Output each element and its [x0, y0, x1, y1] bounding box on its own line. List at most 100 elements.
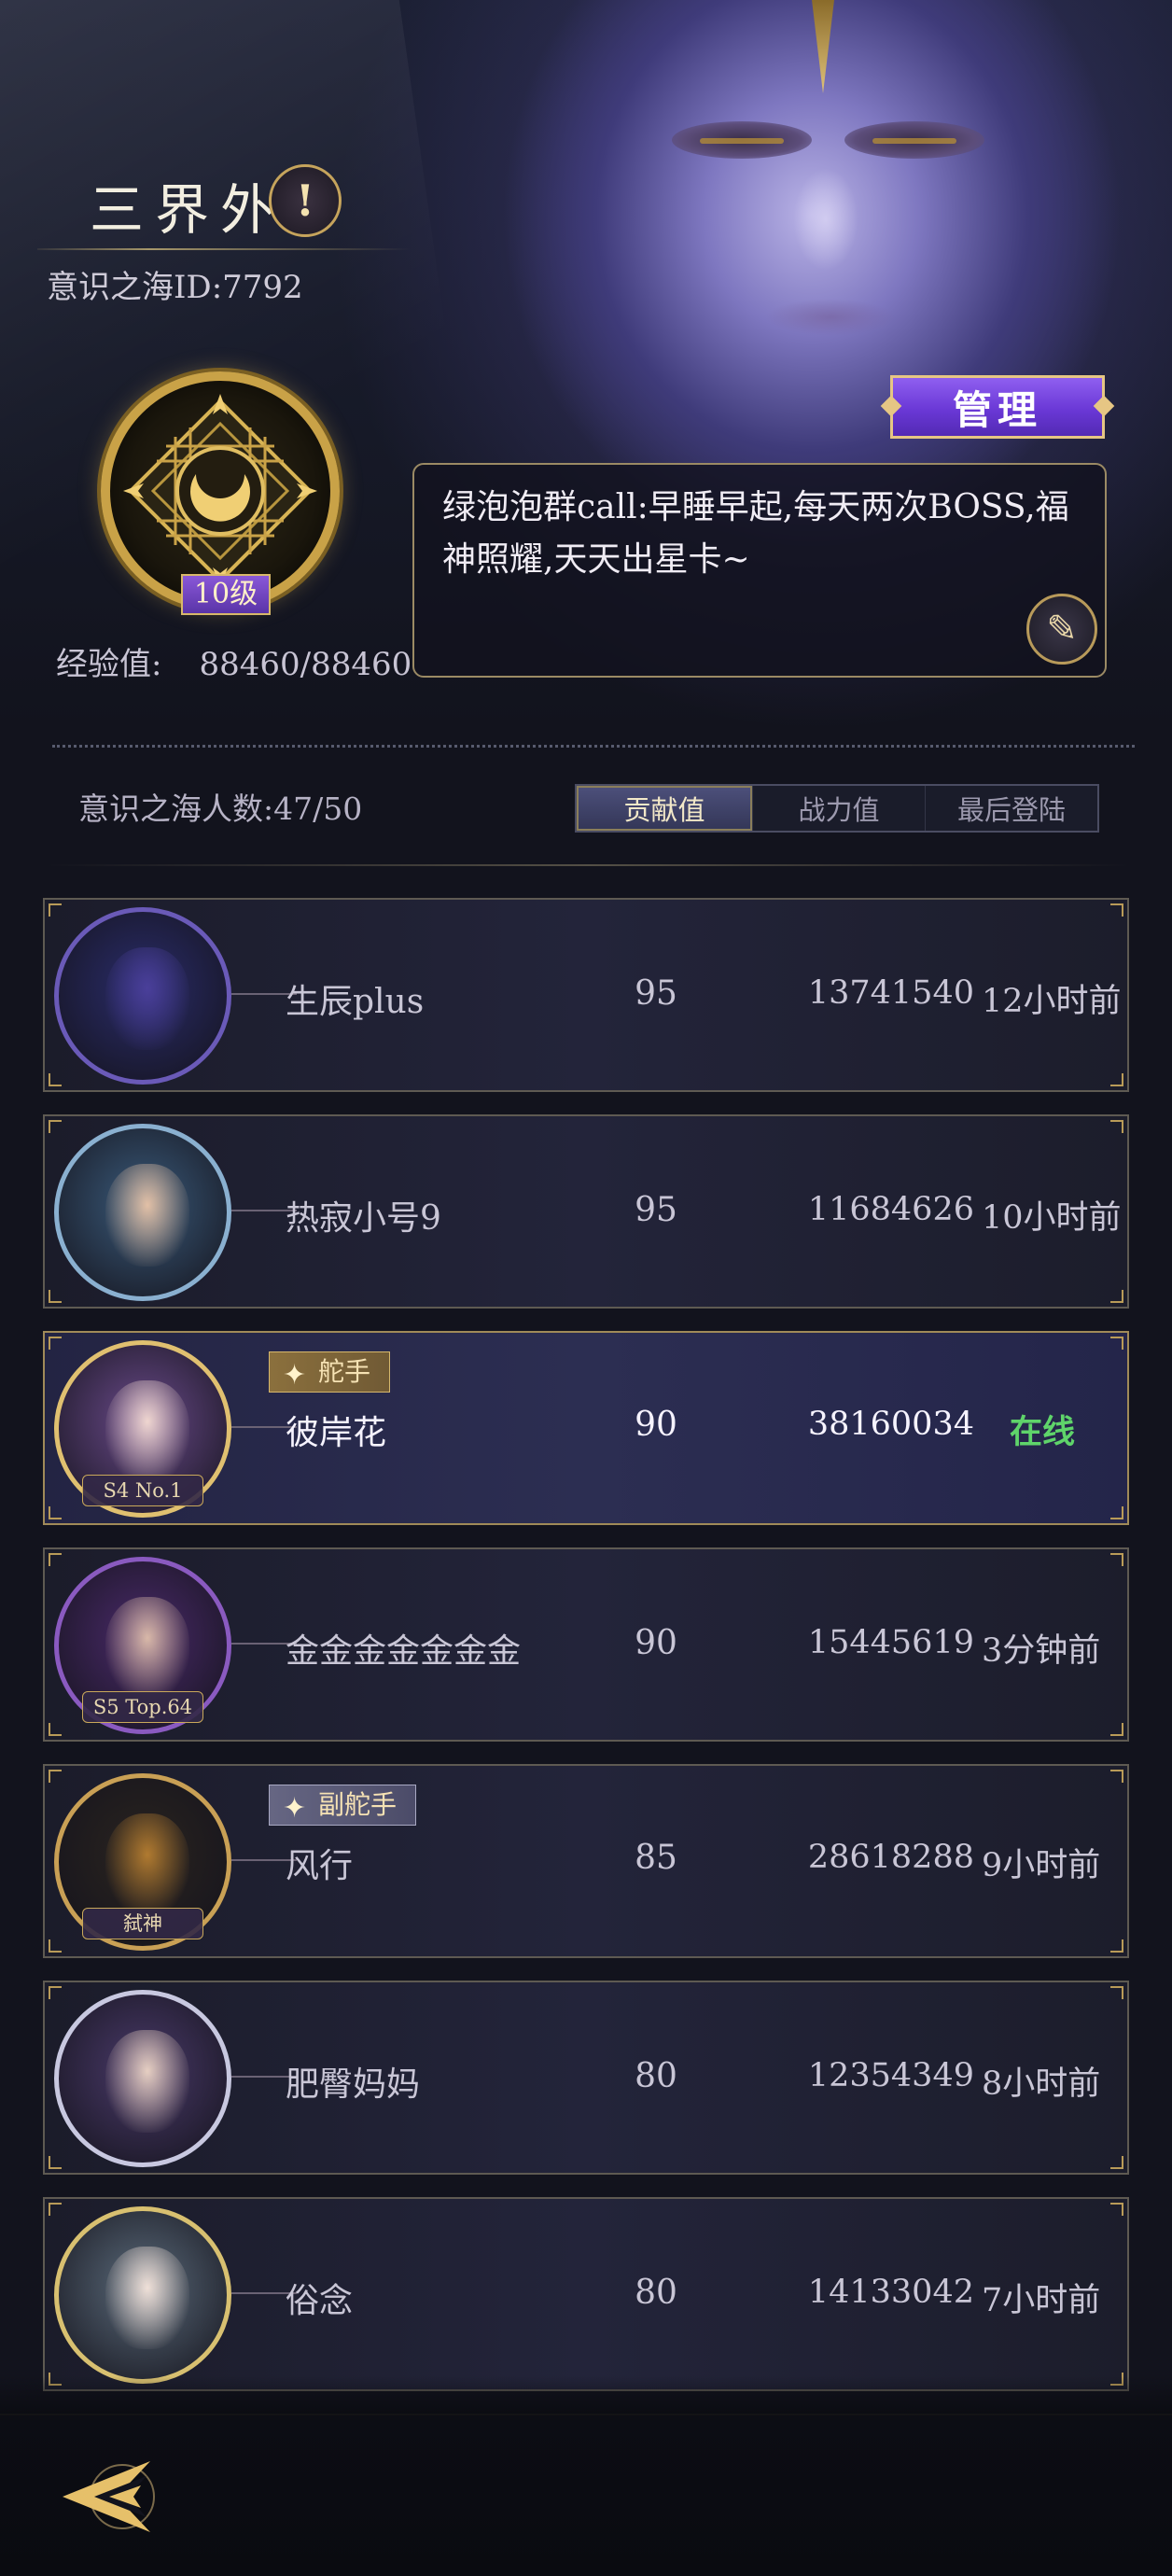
row-corner-ornament: [49, 1986, 62, 1999]
avatar-rank-tag: S4 No.1: [82, 1475, 203, 1506]
row-corner-ornament: [49, 1337, 62, 1350]
member-row[interactable]: 肥臀妈妈 80 12354349 8小时前: [43, 1981, 1129, 2175]
guild-notice-box: 绿泡泡群call:早睡早起,每天两次BOSS,福神照耀,天天出星卡~: [412, 463, 1107, 678]
member-count: 意识之海人数:47/50: [78, 791, 363, 827]
row-corner-ornament: [1110, 1290, 1123, 1303]
row-corner-ornament: [49, 2203, 62, 2216]
manage-button[interactable]: 管理: [890, 375, 1105, 439]
member-avatar[interactable]: [54, 1124, 231, 1301]
quill-pen-icon[interactable]: ✎: [1026, 594, 1097, 665]
member-name: 风行: [286, 1847, 354, 1885]
statue-lips: [765, 299, 896, 336]
guild-title: 三界外: [90, 178, 286, 242]
row-corner-ornament: [49, 1290, 62, 1303]
row-corner-ornament: [1110, 2156, 1123, 2169]
statue-eye-right: [844, 121, 984, 159]
member-contribution: 80: [635, 2057, 677, 2095]
avatar-portrait: [105, 2030, 189, 2133]
moon-crest-icon: [123, 394, 317, 588]
member-name: 热寂小号9: [286, 1199, 441, 1238]
sea-id: 意识之海ID:7792: [47, 269, 303, 306]
exp-value: 88460/88460: [199, 646, 412, 683]
member-last-login: 12小时前: [982, 983, 1122, 1020]
member-contribution: 90: [635, 1624, 677, 1662]
member-row[interactable]: S5 Top.64 金金金金金金金 90 15445619 3分钟前: [43, 1547, 1129, 1742]
member-avatar[interactable]: [54, 907, 231, 1085]
member-power: 12354349: [807, 2057, 974, 2094]
list-top-line: [47, 864, 1129, 866]
member-power: 11684626: [807, 1191, 974, 1228]
member-power: 15445619: [807, 1624, 974, 1661]
member-row[interactable]: S4 No.1 ✦ 舵手彼岸花 90 38160034 在线: [43, 1331, 1129, 1525]
row-corner-ornament: [1110, 1553, 1123, 1566]
sparkle-icon: ✦: [283, 1792, 307, 1825]
statue-nose: [793, 168, 858, 271]
member-power: 38160034: [807, 1406, 974, 1443]
back-arrow-icon-glyph: [63, 2461, 155, 2532]
row-corner-ornament: [1110, 903, 1123, 917]
member-contribution: 95: [635, 974, 677, 1013]
member-contribution: 90: [635, 1406, 677, 1444]
member-name: 金金金金金金金: [286, 1632, 522, 1671]
row-corner-ornament: [1110, 1337, 1123, 1350]
row-corner-ornament: [49, 1770, 62, 1783]
tab-contribution[interactable]: 贡献值: [577, 786, 752, 831]
member-contribution: 85: [635, 1839, 677, 1877]
row-corner-ornament: [1110, 2203, 1123, 2216]
section-divider: [52, 745, 1135, 748]
row-corner-ornament: [49, 1939, 62, 1953]
role-label: 舵手: [318, 1356, 371, 1387]
exclamation-icon[interactable]: !: [269, 164, 342, 237]
row-corner-ornament: [49, 1120, 62, 1133]
avatar-rank-tag: 弑神: [82, 1908, 203, 1939]
guild-exp: 经验值: 88460/88460: [56, 638, 412, 684]
row-corner-ornament: [1110, 1939, 1123, 1953]
tab-last-login[interactable]: 最后登陆: [925, 786, 1097, 831]
member-last-login: 7小时前: [982, 2282, 1101, 2319]
member-row[interactable]: 生辰plus 95 13741540 12小时前: [43, 898, 1129, 1092]
member-name: 肥臀妈妈: [286, 2065, 421, 2104]
row-corner-ornament: [1110, 1120, 1123, 1133]
member-power: 28618288: [807, 1839, 974, 1876]
avatar-portrait: [105, 1380, 189, 1483]
role-label: 副舵手: [318, 1789, 398, 1820]
member-avatar[interactable]: [54, 2206, 231, 2384]
member-row[interactable]: 俗念 80 14133042 7小时前: [43, 2197, 1129, 2391]
row-corner-ornament: [49, 1723, 62, 1736]
sort-tabs: 贡献值 战力值 最后登陆: [575, 784, 1099, 833]
avatar-rank-tag: S5 Top.64: [82, 1691, 203, 1723]
back-arrow-icon[interactable]: [52, 2445, 174, 2548]
avatar-portrait: [105, 2247, 189, 2349]
member-contribution: 95: [635, 1191, 677, 1229]
tab-power[interactable]: 战力值: [752, 786, 925, 831]
member-name: 俗念: [286, 2282, 354, 2320]
row-corner-ornament: [49, 903, 62, 917]
row-corner-ornament: [1110, 1986, 1123, 1999]
member-name: 生辰plus: [286, 983, 425, 1021]
guild-notice-text: 绿泡泡群call:早睡早起,每天两次BOSS,福神照耀,天天出星卡~: [442, 488, 1069, 579]
member-contribution: 80: [635, 2274, 677, 2312]
row-corner-ornament: [1110, 1770, 1123, 1783]
member-last-login: 9小时前: [982, 1847, 1101, 1884]
row-corner-ornament: [49, 2156, 62, 2169]
member-row[interactable]: 热寂小号9 95 11684626 10小时前: [43, 1114, 1129, 1309]
member-last-login: 8小时前: [982, 2065, 1101, 2103]
member-last-login: 10小时前: [982, 1199, 1122, 1237]
row-corner-ornament: [1110, 1506, 1123, 1519]
avatar-portrait: [105, 1164, 189, 1267]
avatar-portrait: [105, 947, 189, 1050]
member-avatar[interactable]: [54, 1990, 231, 2167]
avatar-portrait: [105, 1813, 189, 1916]
member-last-login: 在线: [1009, 1413, 1075, 1451]
member-name: 彼岸花: [286, 1414, 387, 1452]
row-corner-ornament: [1110, 1073, 1123, 1086]
crown-spike-decoration: [812, 0, 834, 93]
avatar-portrait: [105, 1597, 189, 1700]
guild-level-badge: 10级: [181, 574, 271, 615]
row-corner-ornament: [49, 1553, 62, 1566]
role-badge: ✦ 副舵手: [269, 1785, 417, 1826]
member-row[interactable]: 弑神 ✦ 副舵手风行 85 28618288 9小时前: [43, 1764, 1129, 1958]
member-power: 13741540: [807, 974, 974, 1012]
role-badge: ✦ 舵手: [269, 1351, 391, 1393]
statue-eye-left: [672, 121, 812, 159]
